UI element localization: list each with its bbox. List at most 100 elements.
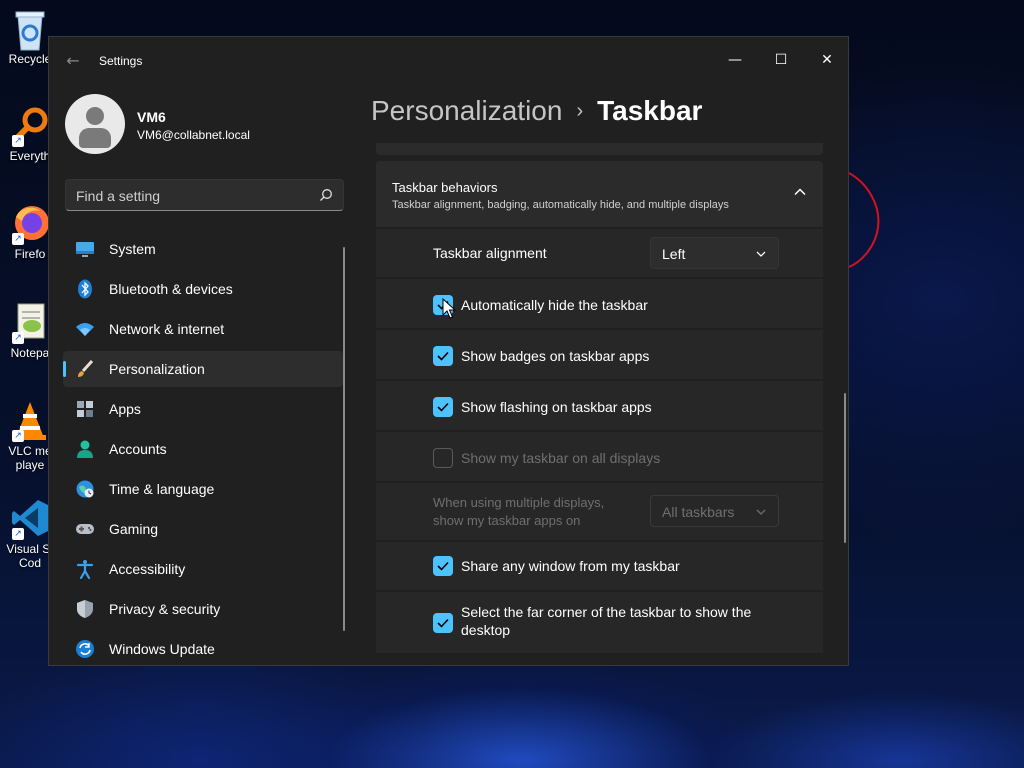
setting-label: When using multiple displays, xyxy=(433,495,605,510)
shortcut-arrow-icon: ↗ xyxy=(12,233,24,245)
all-displays-checkbox[interactable] xyxy=(433,448,453,468)
sidebar-item-label: Network & internet xyxy=(109,321,225,337)
back-arrow-icon[interactable]: ← xyxy=(63,51,83,71)
checkbox-label: Show my taskbar on all displays xyxy=(461,450,661,466)
avatar-body-shape xyxy=(79,128,111,148)
setting-row-flashing: Show flashing on taskbar apps xyxy=(376,381,823,430)
far-corner-checkbox[interactable] xyxy=(433,613,453,633)
previous-card-edge xyxy=(376,143,823,155)
avatar[interactable] xyxy=(65,94,125,154)
everything-search-icon: ↗ xyxy=(10,105,50,147)
checkbox-label[interactable]: Show flashing on taskbar apps xyxy=(461,398,652,416)
checkbox-label[interactable]: Select the far corner of the taskbar to … xyxy=(461,603,751,621)
checkbox-label[interactable]: Share any window from my taskbar xyxy=(461,557,680,575)
page-title: Taskbar xyxy=(597,95,703,126)
taskbar-alignment-dropdown[interactable]: Left xyxy=(650,237,779,269)
sidebar-item-label: Personalization xyxy=(109,361,205,377)
sidebar-item-label: Privacy & security xyxy=(109,601,221,617)
multi-display-dropdown[interactable]: All taskbars xyxy=(650,495,779,527)
setting-label: Taskbar alignment xyxy=(433,245,547,261)
checkbox-label[interactable]: Automatically hide the taskbar xyxy=(461,296,648,314)
sidebar-item-windows-update[interactable]: Windows Update xyxy=(63,631,343,665)
apps-icon xyxy=(77,401,93,417)
sidebar-item-label: Accounts xyxy=(109,441,167,457)
section-subtitle: Taskbar alignment, badging, automaticall… xyxy=(392,199,729,211)
sidebar-item-accounts[interactable]: Accounts xyxy=(63,431,343,467)
checkbox-label[interactable]: Show badges on taskbar apps xyxy=(461,347,649,365)
recycle-bin-icon xyxy=(10,8,50,51)
setting-row-badges: Show badges on taskbar apps xyxy=(376,330,823,379)
setting-row-all-displays: Show my taskbar on all displays xyxy=(376,432,823,481)
sidebar-item-bluetooth[interactable]: Bluetooth & devices xyxy=(63,271,343,307)
accounts-icon xyxy=(77,440,93,458)
app-title: Settings xyxy=(99,54,143,68)
dropdown-value: Left xyxy=(662,246,686,262)
sidebar-item-accessibility[interactable]: Accessibility xyxy=(63,551,343,587)
sidebar-item-time-language[interactable]: Time & language xyxy=(63,471,343,507)
red-annotation-stroke xyxy=(848,172,880,268)
sidebar-item-label: Time & language xyxy=(109,481,215,497)
sidebar-item-label: Bluetooth & devices xyxy=(109,281,233,297)
taskbar-behaviors-header[interactable]: Taskbar behaviors Taskbar alignment, bad… xyxy=(376,161,823,227)
sidebar-item-gaming[interactable]: Gaming xyxy=(63,511,343,547)
bluetooth-icon xyxy=(78,279,92,299)
globe-clock-icon xyxy=(76,480,94,498)
chevron-down-icon xyxy=(756,509,766,515)
checkbox-label[interactable]: desktop xyxy=(461,621,510,639)
sidebar-item-label: Windows Update xyxy=(109,641,215,657)
vscode-icon: ↗ xyxy=(10,498,50,540)
shortcut-arrow-icon: ↗ xyxy=(12,430,24,442)
shield-icon xyxy=(77,600,93,618)
content-scrollbar[interactable] xyxy=(844,393,846,543)
search-icon[interactable] xyxy=(319,188,333,202)
avatar-head-shape xyxy=(86,107,104,125)
shortcut-arrow-icon: ↗ xyxy=(12,135,24,147)
gamepad-icon xyxy=(76,524,94,534)
shortcut-arrow-icon: ↗ xyxy=(12,528,24,540)
sidebar-scrollbar[interactable] xyxy=(343,247,345,631)
flashing-checkbox[interactable] xyxy=(433,397,453,417)
setting-row-taskbar-alignment: Taskbar alignment Left xyxy=(376,229,823,277)
sidebar-item-apps[interactable]: Apps xyxy=(63,391,343,427)
shortcut-arrow-icon: ↗ xyxy=(12,332,24,344)
user-name: VM6 xyxy=(137,109,166,125)
breadcrumb: Personalization › Taskbar xyxy=(371,95,702,127)
sidebar-item-privacy[interactable]: Privacy & security xyxy=(63,591,343,627)
close-button[interactable]: ✕ xyxy=(804,45,848,75)
search-input[interactable]: Find a setting xyxy=(65,179,344,211)
setting-label: show my taskbar apps on xyxy=(433,513,581,528)
sidebar-item-label: Apps xyxy=(109,401,141,417)
section-title: Taskbar behaviors xyxy=(392,180,498,195)
chevron-down-icon xyxy=(756,251,766,257)
sidebar-item-system[interactable]: System xyxy=(63,231,343,267)
setting-row-far-corner: Select the far corner of the taskbar to … xyxy=(376,592,823,653)
paintbrush-icon xyxy=(78,359,94,377)
system-monitor-icon xyxy=(76,242,94,257)
accessibility-icon xyxy=(76,560,94,579)
dropdown-value: All taskbars xyxy=(662,504,735,520)
chevron-up-icon[interactable] xyxy=(793,185,807,199)
sidebar-item-label: Accessibility xyxy=(109,561,186,577)
setting-row-multi-display: When using multiple displays, show my ta… xyxy=(376,483,823,540)
setting-row-share-window: Share any window from my taskbar xyxy=(376,542,823,590)
wifi-icon xyxy=(76,323,94,336)
firefox-icon: ↗ xyxy=(10,203,50,245)
sidebar-nav: System Bluetooth & devices Network & int… xyxy=(63,231,343,665)
vlc-icon: ↗ xyxy=(10,400,50,442)
maximize-button[interactable]: ☐ xyxy=(758,45,804,75)
breadcrumb-separator: › xyxy=(576,100,584,122)
search-placeholder: Find a setting xyxy=(76,188,161,204)
mouse-cursor-icon xyxy=(442,298,456,319)
share-window-checkbox[interactable] xyxy=(433,556,453,576)
user-email: VM6@collabnet.local xyxy=(137,128,250,142)
sidebar-item-label: System xyxy=(109,241,156,257)
notepad-plus-plus-icon: ↗ xyxy=(10,302,50,344)
minimize-button[interactable]: — xyxy=(712,45,758,75)
sidebar-item-network[interactable]: Network & internet xyxy=(63,311,343,347)
update-icon xyxy=(76,640,94,658)
badges-checkbox[interactable] xyxy=(433,346,453,366)
breadcrumb-parent[interactable]: Personalization xyxy=(371,95,562,126)
title-bar[interactable]: ← Settings — ☐ ✕ xyxy=(49,37,848,85)
sidebar-item-personalization[interactable]: Personalization xyxy=(63,351,343,387)
settings-window: ← Settings — ☐ ✕ VM6 VM6@collabnet.local… xyxy=(48,36,849,666)
